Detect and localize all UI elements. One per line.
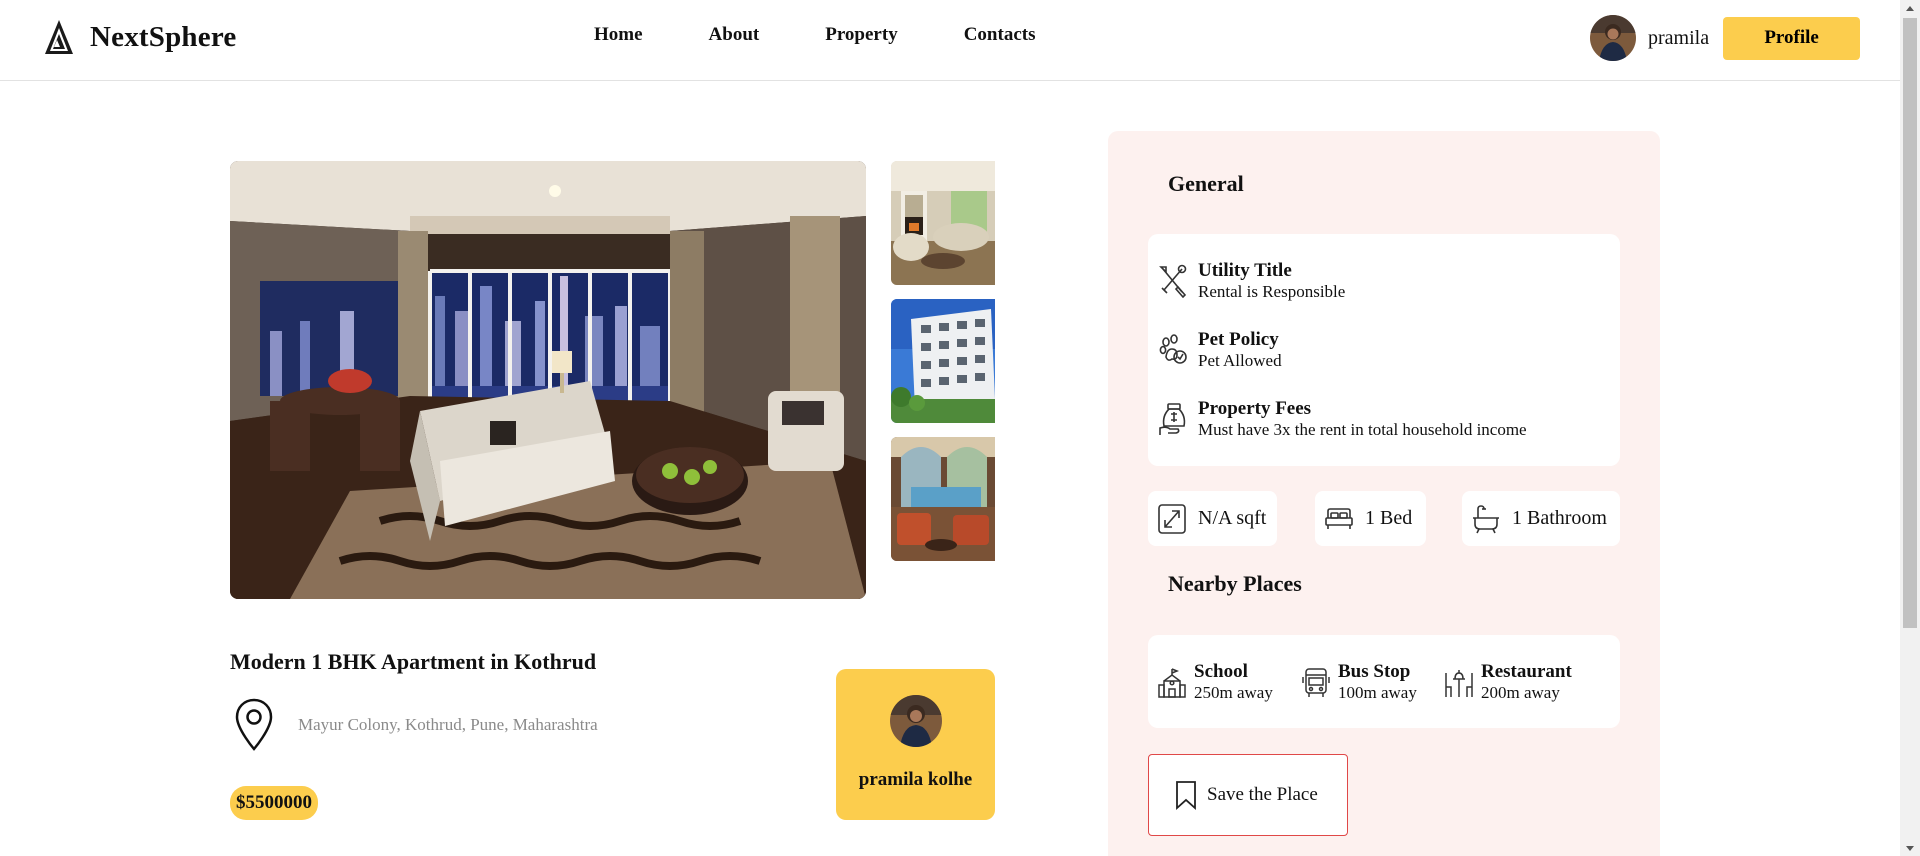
nav-home[interactable]: Home [594, 24, 643, 46]
restaurant-value: 200m away [1481, 683, 1560, 702]
nav-contacts[interactable]: Contacts [964, 24, 1036, 46]
size-text: N/A sqft [1198, 507, 1267, 529]
main-property-photo[interactable] [230, 161, 866, 599]
nav-links: Home About Property Contacts [594, 24, 1101, 46]
scroll-thumb[interactable] [1903, 18, 1917, 628]
nearby-card: School 250m away Bus Stop 100m away Rest… [1148, 635, 1620, 728]
tools-icon [1159, 264, 1187, 298]
money-bag-icon [1159, 403, 1186, 435]
user-name: pramila [1648, 26, 1710, 49]
pet-value: Pet Allowed [1198, 351, 1282, 370]
general-item-utility: Utility Title Rental is Responsible [1158, 260, 1345, 302]
bathtub-icon [1473, 504, 1499, 533]
restaurant-label: Restaurant [1481, 661, 1572, 682]
baths-chip: 1 Bathroom [1462, 491, 1620, 546]
gallery-thumb-3[interactable] [891, 437, 995, 561]
nearby-restaurant: Restaurant 200m away [1445, 661, 1572, 703]
top-navbar: NextSphere Home About Property Contacts … [0, 0, 1900, 81]
user-menu: pramila Profile [1590, 15, 1861, 61]
bookmark-icon [1176, 781, 1196, 810]
gallery-thumb-2[interactable] [891, 299, 995, 423]
paw-icon [1159, 334, 1187, 364]
restaurant-icon [1445, 670, 1473, 697]
nav-about[interactable]: About [709, 24, 760, 46]
brand-name: NextSphere [90, 20, 237, 53]
page-scrollbar[interactable] [1900, 0, 1920, 856]
save-place-label: Save the Place [1207, 784, 1318, 805]
location-row: Mayur Colony, Kothrud, Pune, Maharashtra [234, 698, 598, 752]
nav-property[interactable]: Property [825, 24, 897, 46]
nearby-school: School 250m away [1158, 661, 1273, 703]
nearby-title: Nearby Places [1168, 571, 1302, 596]
owner-name: pramila kolhe [858, 769, 973, 790]
general-title: General [1168, 171, 1244, 196]
price-badge: $5500000 [230, 786, 318, 820]
baths-text: 1 Bathroom [1512, 507, 1607, 529]
bus-stop-label: Bus Stop [1338, 661, 1411, 682]
general-item-fees: Property Fees Must have 3x the rent in t… [1158, 398, 1527, 440]
location-pin-icon [235, 698, 273, 751]
gallery-thumb-1[interactable] [891, 161, 995, 285]
save-place-button[interactable]: Save the Place [1148, 754, 1348, 836]
fees-value: Must have 3x the rent in total household… [1198, 420, 1527, 439]
utility-value: Rental is Responsible [1198, 282, 1346, 301]
scroll-down-arrow[interactable] [1900, 840, 1920, 856]
school-label: School [1194, 661, 1248, 682]
school-icon [1158, 668, 1186, 698]
profile-button[interactable]: Profile [1723, 16, 1861, 60]
utility-label: Utility Title [1198, 260, 1292, 281]
scroll-up-arrow[interactable] [1900, 0, 1920, 16]
owner-card[interactable]: pramila kolhe [836, 669, 995, 820]
pyramid-logo-icon [45, 20, 73, 54]
size-chip: N/A sqft [1148, 491, 1277, 546]
bus-icon [1302, 668, 1330, 697]
beds-text: 1 Bed [1365, 507, 1413, 529]
location-text: Mayur Colony, Kothrud, Pune, Maharashtra [298, 715, 598, 734]
nearby-bus-stop: Bus Stop 100m away [1302, 661, 1417, 703]
expand-size-icon [1158, 503, 1186, 534]
brand[interactable]: NextSphere [44, 18, 236, 56]
fees-label: Property Fees [1198, 398, 1312, 419]
school-value: 250m away [1194, 683, 1273, 702]
general-card: Utility Title Rental is Responsible Pet … [1148, 234, 1620, 466]
pet-label: Pet Policy [1198, 329, 1279, 350]
beds-chip: 1 Bed [1315, 491, 1426, 546]
owner-avatar [889, 695, 942, 747]
listing-title: Modern 1 BHK Apartment in Kothrud [230, 649, 597, 674]
property-details-page: NextSphere Home About Property Contacts … [0, 0, 1920, 856]
avatar[interactable] [1590, 15, 1636, 61]
general-item-pet: Pet Policy Pet Allowed [1158, 329, 1282, 371]
bus-stop-value: 100m away [1338, 683, 1417, 702]
bed-icon [1325, 507, 1353, 529]
